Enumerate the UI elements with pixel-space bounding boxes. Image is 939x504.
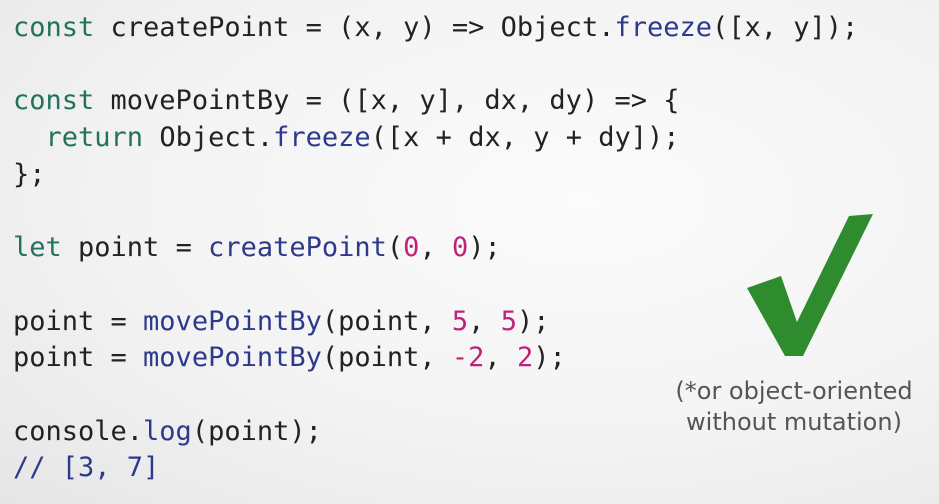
code-token: let: [13, 232, 62, 264]
code-token: point =: [61, 232, 209, 264]
code-token: createPoint: [208, 232, 387, 264]
code-token: Object.: [143, 122, 274, 154]
code-line: point = movePointBy(point, -2, 2);: [13, 340, 858, 377]
code-token: 5: [500, 305, 517, 337]
code-line: const createPoint = (x, y) => Object.fre…: [13, 10, 858, 47]
code-token: ,: [484, 342, 517, 374]
code-token: movePointBy: [143, 305, 322, 337]
checkmark-shape: [747, 214, 873, 356]
code-line: };: [13, 157, 858, 194]
code-line: return Object.freeze([x + dx, y + dy]);: [13, 120, 858, 157]
code-token: 0: [403, 232, 420, 264]
code-token: };: [13, 158, 46, 190]
code-token: );: [468, 232, 501, 264]
code-line: let point = createPoint(0, 0);: [13, 230, 858, 267]
code-token: createPoint = (x, y) => Object.: [94, 12, 615, 43]
code-token: );: [516, 305, 550, 337]
code-token: (point,: [321, 305, 452, 337]
code-token: freeze: [273, 122, 371, 154]
code-token: ([x + dx, y + dy]);: [370, 122, 680, 154]
code-token: movePointBy = ([x, y], dx, dy) => {: [94, 85, 680, 117]
code-token: );: [533, 342, 566, 374]
code-token: movePointBy: [143, 342, 322, 374]
code-token: (point,: [321, 342, 452, 374]
footnote: (*or object-oriented without mutation): [655, 376, 933, 438]
checkmark-icon: [747, 214, 873, 356]
code-token: log: [143, 415, 192, 447]
code-token: 2: [516, 342, 534, 374]
code-token: -2: [451, 342, 485, 374]
code-token: point =: [13, 305, 144, 337]
code-token: freeze: [614, 12, 712, 43]
code-token: (point);: [191, 415, 322, 447]
footnote-line-1: (*or object-oriented: [675, 377, 913, 405]
code-token: const: [13, 12, 95, 43]
code-token: ([x, y]);: [712, 12, 859, 43]
code-token: 5: [451, 305, 469, 337]
footnote-line-2: without mutation): [686, 408, 902, 436]
code-token: const: [13, 85, 95, 117]
code-token: 0: [451, 232, 469, 264]
code-token: (: [386, 232, 404, 264]
code-line: point = movePointBy(point, 5, 5);: [13, 304, 858, 341]
code-line: const movePointBy = ([x, y], dx, dy) => …: [13, 83, 858, 120]
code-token: return: [45, 122, 144, 154]
code-token: // [3, 7]: [13, 452, 160, 484]
code-token: console.: [13, 415, 144, 447]
code-token: ,: [419, 232, 452, 264]
code-token: point =: [13, 342, 144, 374]
code-token: ,: [468, 305, 501, 337]
code-line: // [3, 7]: [13, 450, 858, 487]
